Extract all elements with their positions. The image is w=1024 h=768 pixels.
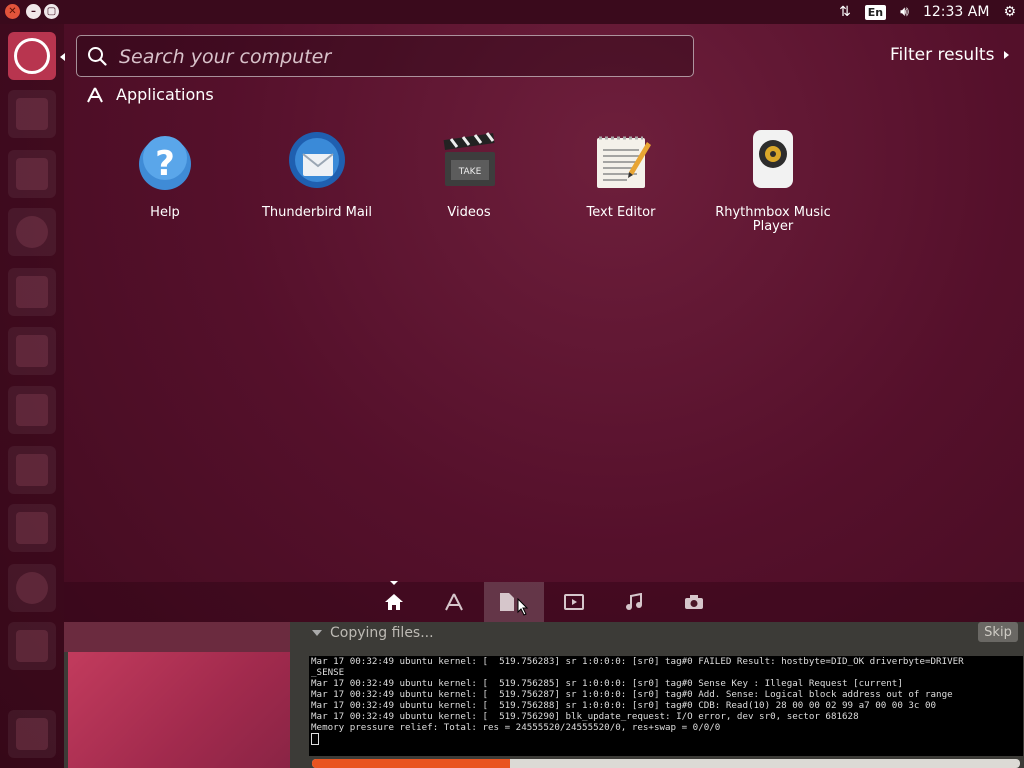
mouse-pointer-icon	[517, 598, 529, 616]
amazon-icon	[16, 512, 48, 544]
network-icon[interactable]: ⇅	[839, 4, 851, 20]
clock[interactable]: 12:33 AM	[923, 4, 989, 20]
installer-sidebar-header	[64, 622, 290, 652]
launcher-item-firefox[interactable]	[8, 208, 56, 256]
ubuntu-logo-icon	[14, 38, 50, 74]
calc-icon	[16, 335, 48, 367]
top-panel: ✕ – ▢ ⇅ En 🔊︎ 12:33 AM ⚙	[0, 0, 1024, 24]
launcher-item-software-center[interactable]	[8, 446, 56, 494]
chevron-right-icon	[1004, 51, 1010, 59]
files-icon	[16, 98, 48, 130]
launcher-item-trash[interactable]	[8, 710, 56, 758]
help-icon: ?	[133, 128, 197, 192]
install-progress-fill	[312, 759, 511, 768]
speaker-icon	[741, 128, 805, 192]
app-label: Help	[150, 205, 180, 220]
terminal-log-text: Mar 17 00:32:49 ubuntu kernel: [ 519.756…	[311, 656, 964, 733]
svg-text:?: ?	[155, 144, 175, 184]
filter-results-label: Filter results	[890, 45, 995, 65]
filter-results-button[interactable]: Filter results	[890, 45, 1010, 65]
search-box[interactable]	[76, 35, 694, 77]
search-icon	[88, 47, 107, 66]
video-icon	[564, 594, 584, 610]
skip-button[interactable]: Skip	[978, 622, 1018, 642]
clapperboard-icon: TAKE	[437, 128, 501, 192]
lens-files[interactable]	[484, 582, 544, 622]
maximize-icon[interactable]: ▢	[44, 4, 59, 19]
software-center-icon	[16, 454, 48, 486]
launcher-active-arrow-icon	[60, 53, 65, 61]
installer-icon	[16, 630, 48, 662]
lens-applications[interactable]	[424, 582, 484, 622]
trash-icon	[16, 718, 48, 750]
text-editor-icon	[589, 128, 653, 192]
launcher-item-impress[interactable]	[8, 386, 56, 434]
app-label: Videos	[447, 205, 491, 220]
search-input[interactable]	[117, 44, 681, 70]
launcher-item-amazon[interactable]	[8, 504, 56, 552]
category-title: Applications	[116, 85, 214, 104]
folder-icon	[16, 158, 48, 190]
lens-music[interactable]	[604, 582, 664, 622]
terminal-cursor	[311, 733, 319, 745]
music-note-icon	[626, 593, 642, 610]
settings-icon	[16, 572, 48, 604]
category-header[interactable]: Applications	[86, 85, 214, 104]
lens-home[interactable]	[364, 582, 424, 622]
launcher-item-writer[interactable]	[8, 268, 56, 316]
launcher	[0, 24, 64, 768]
app-result-help[interactable]: ? Help	[90, 128, 240, 220]
file-icon	[500, 593, 514, 611]
writer-icon	[16, 276, 48, 308]
thunderbird-icon	[285, 128, 349, 192]
dash-home-button[interactable]	[8, 32, 56, 80]
firefox-icon	[16, 216, 48, 248]
install-status-text: Copying files...	[330, 625, 434, 641]
installer-window: Copying files... Skip Mar 17 00:32:49 ub…	[64, 622, 1024, 768]
lens-video[interactable]	[544, 582, 604, 622]
svg-text:TAKE: TAKE	[458, 167, 482, 177]
launcher-item-calc[interactable]	[8, 327, 56, 375]
launcher-item-files[interactable]	[8, 90, 56, 138]
home-icon	[385, 594, 403, 610]
install-status-row[interactable]: Copying files...	[312, 625, 434, 641]
installer-slideshow	[68, 652, 290, 768]
terminal-log[interactable]: Mar 17 00:32:49 ubuntu kernel: [ 519.756…	[309, 656, 1023, 756]
applications-lens-icon	[87, 87, 103, 102]
launcher-item-file-manager[interactable]	[8, 150, 56, 198]
camera-icon	[685, 595, 703, 609]
lens-photos[interactable]	[664, 582, 724, 622]
gear-icon[interactable]: ⚙	[1003, 4, 1016, 20]
impress-icon	[16, 394, 48, 426]
app-label: Rhythmbox Music Player	[715, 205, 831, 234]
app-result-videos[interactable]: TAKE Videos	[394, 128, 544, 220]
app-label: Text Editor	[586, 205, 656, 220]
expander-arrow-icon[interactable]	[312, 630, 322, 636]
launcher-item-installer[interactable]	[8, 622, 56, 670]
app-result-text-editor[interactable]: Text Editor	[546, 128, 696, 220]
minimize-icon[interactable]: –	[26, 4, 41, 19]
install-progress-bar	[312, 759, 1020, 768]
close-icon[interactable]: ✕	[5, 4, 20, 19]
app-result-rhythmbox[interactable]: Rhythmbox Music Player	[698, 128, 848, 234]
indicator-area: ⇅ En 🔊︎ 12:33 AM ⚙	[839, 0, 1016, 24]
applications-icon	[445, 593, 463, 611]
volume-icon[interactable]: 🔊︎	[900, 4, 909, 20]
keyboard-layout-indicator[interactable]: En	[864, 4, 887, 20]
launcher-item-system-settings[interactable]	[8, 564, 56, 612]
app-result-thunderbird[interactable]: Thunderbird Mail	[242, 128, 392, 220]
app-label: Thunderbird Mail	[261, 205, 373, 220]
